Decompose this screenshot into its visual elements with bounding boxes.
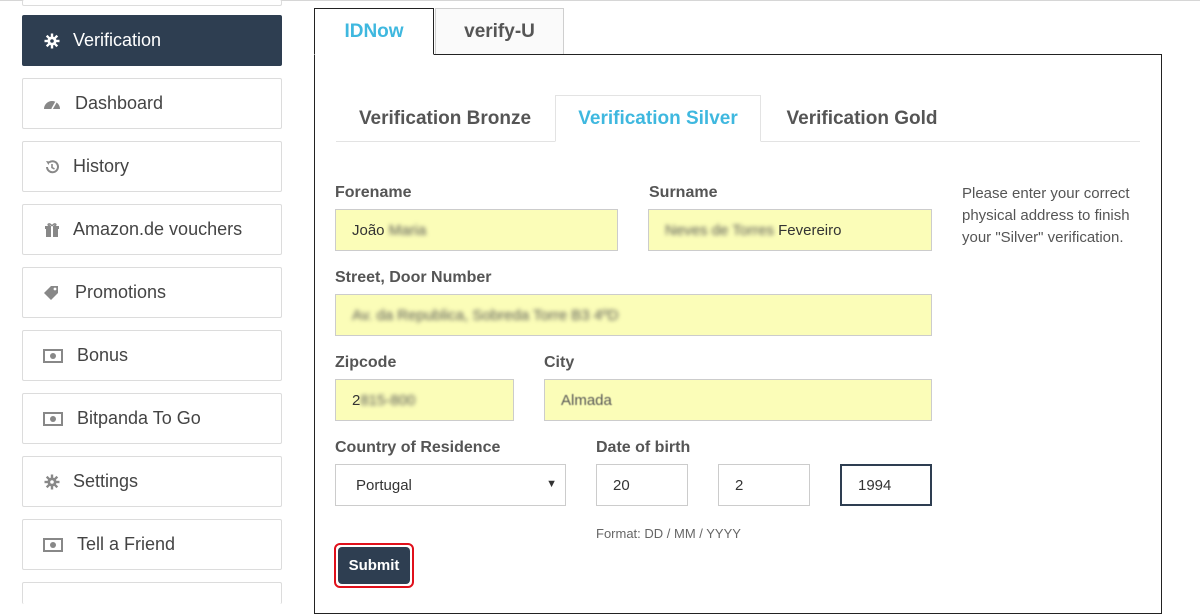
dob-month-input[interactable]: 2 (718, 464, 810, 506)
dob-year-value: 1994 (858, 476, 892, 494)
sidebar-item-settings[interactable]: Settings (22, 456, 282, 507)
country-label: Country of Residence (335, 439, 501, 456)
forename-input[interactable]: João Maria (335, 209, 618, 251)
city-label: City (544, 354, 575, 371)
dob-month-value: 2 (735, 476, 744, 494)
sidebar-item-tell-a-friend[interactable]: Tell a Friend (22, 519, 282, 570)
subtab-verification-silver[interactable]: Verification Silver (555, 95, 761, 142)
submit-highlight: Submit (334, 543, 414, 588)
sidebar-item-verification[interactable]: Verification (22, 15, 282, 66)
subtab-label: Verification Bronze (358, 107, 532, 129)
city-input[interactable]: Almada (544, 379, 932, 421)
surname-value: Fevereiro (778, 221, 842, 239)
tab-verify-u[interactable]: verify-U (435, 8, 564, 54)
sidebar-item-bonus[interactable]: Bonus (22, 330, 282, 381)
money-icon (43, 347, 63, 365)
zipcode-value: 2 (352, 391, 361, 409)
history-icon (43, 158, 61, 176)
money-icon (43, 410, 63, 428)
surname-label: Surname (649, 184, 718, 201)
dropdown-arrow-icon: ▼ (546, 478, 557, 490)
zipcode-label: Zipcode (335, 354, 397, 371)
tag-icon (43, 284, 61, 302)
subtab-label: Verification Silver (578, 107, 738, 129)
dashboard-icon (43, 95, 61, 113)
sidebar-item-label: Settings (73, 471, 139, 491)
tab-label: verify-U (464, 20, 535, 42)
sidebar-item-label: History (73, 156, 130, 176)
sidebar-item-label: Bitpanda To Go (77, 408, 201, 428)
subtab-label: Verification Gold (786, 107, 938, 129)
dob-day-value: 20 (613, 476, 630, 494)
country-select[interactable]: Portugal ▼ (335, 464, 566, 506)
money-icon (43, 536, 63, 554)
forename-label: Forename (335, 184, 412, 201)
forename-value: João (352, 221, 385, 239)
zipcode-value-redacted: 815-800 (360, 391, 416, 409)
sidebar-item-partial-bottom[interactable] (22, 582, 282, 604)
surname-input[interactable]: Neves de Torres Fevereiro (648, 209, 932, 251)
sidebar-item-label: Bonus (77, 345, 129, 365)
sidebar-item-label: Dashboard (75, 93, 164, 113)
sidebar-item-label: Tell a Friend (77, 534, 176, 554)
tab-idnow[interactable]: IDNow (314, 8, 434, 55)
submit-button[interactable]: Submit (338, 547, 410, 584)
surname-value-redacted: Neves de Torres (665, 221, 774, 239)
sidebar-item-history[interactable]: History (22, 141, 282, 192)
country-value: Portugal (356, 476, 412, 494)
sidebar-item-dashboard[interactable]: Dashboard (22, 78, 282, 129)
dob-year-input[interactable]: 1994 (840, 464, 932, 506)
help-text: Please enter your correct physical addre… (962, 185, 1130, 246)
sidebar-item-bitpanda-to-go[interactable]: Bitpanda To Go (22, 393, 282, 444)
sidebar-item-amazon-vouchers[interactable]: Amazon.de vouchers (22, 204, 282, 255)
zipcode-input[interactable]: 2 815-800 (335, 379, 514, 421)
city-value: Almada (561, 391, 612, 409)
dob-label: Date of birth (596, 439, 691, 456)
street-value-redacted: Av. da Republica, Sobreda Torre B3 4ºD (352, 306, 619, 324)
gear-icon (43, 473, 61, 491)
gift-icon (43, 221, 61, 239)
sidebar-item-label: Promotions (75, 282, 167, 302)
subtab-verification-gold[interactable]: Verification Gold (762, 95, 962, 142)
street-input[interactable]: Av. da Republica, Sobreda Torre B3 4ºD (335, 294, 932, 336)
sidebar-item-partial-top (22, 0, 282, 6)
sidebar-item-promotions[interactable]: Promotions (22, 267, 282, 318)
forename-value-redacted: Maria (388, 221, 427, 239)
dob-day-input[interactable]: 20 (596, 464, 688, 506)
street-label: Street, Door Number (335, 269, 492, 286)
gear-icon (43, 32, 61, 50)
sidebar-item-label: Amazon.de vouchers (73, 219, 243, 239)
tab-label: IDNow (344, 20, 404, 42)
sidebar-item-label: Verification (73, 30, 162, 50)
subtab-verification-bronze[interactable]: Verification Bronze (336, 95, 554, 142)
dob-format-hint: Format: DD / MM / YYYY (596, 526, 741, 541)
